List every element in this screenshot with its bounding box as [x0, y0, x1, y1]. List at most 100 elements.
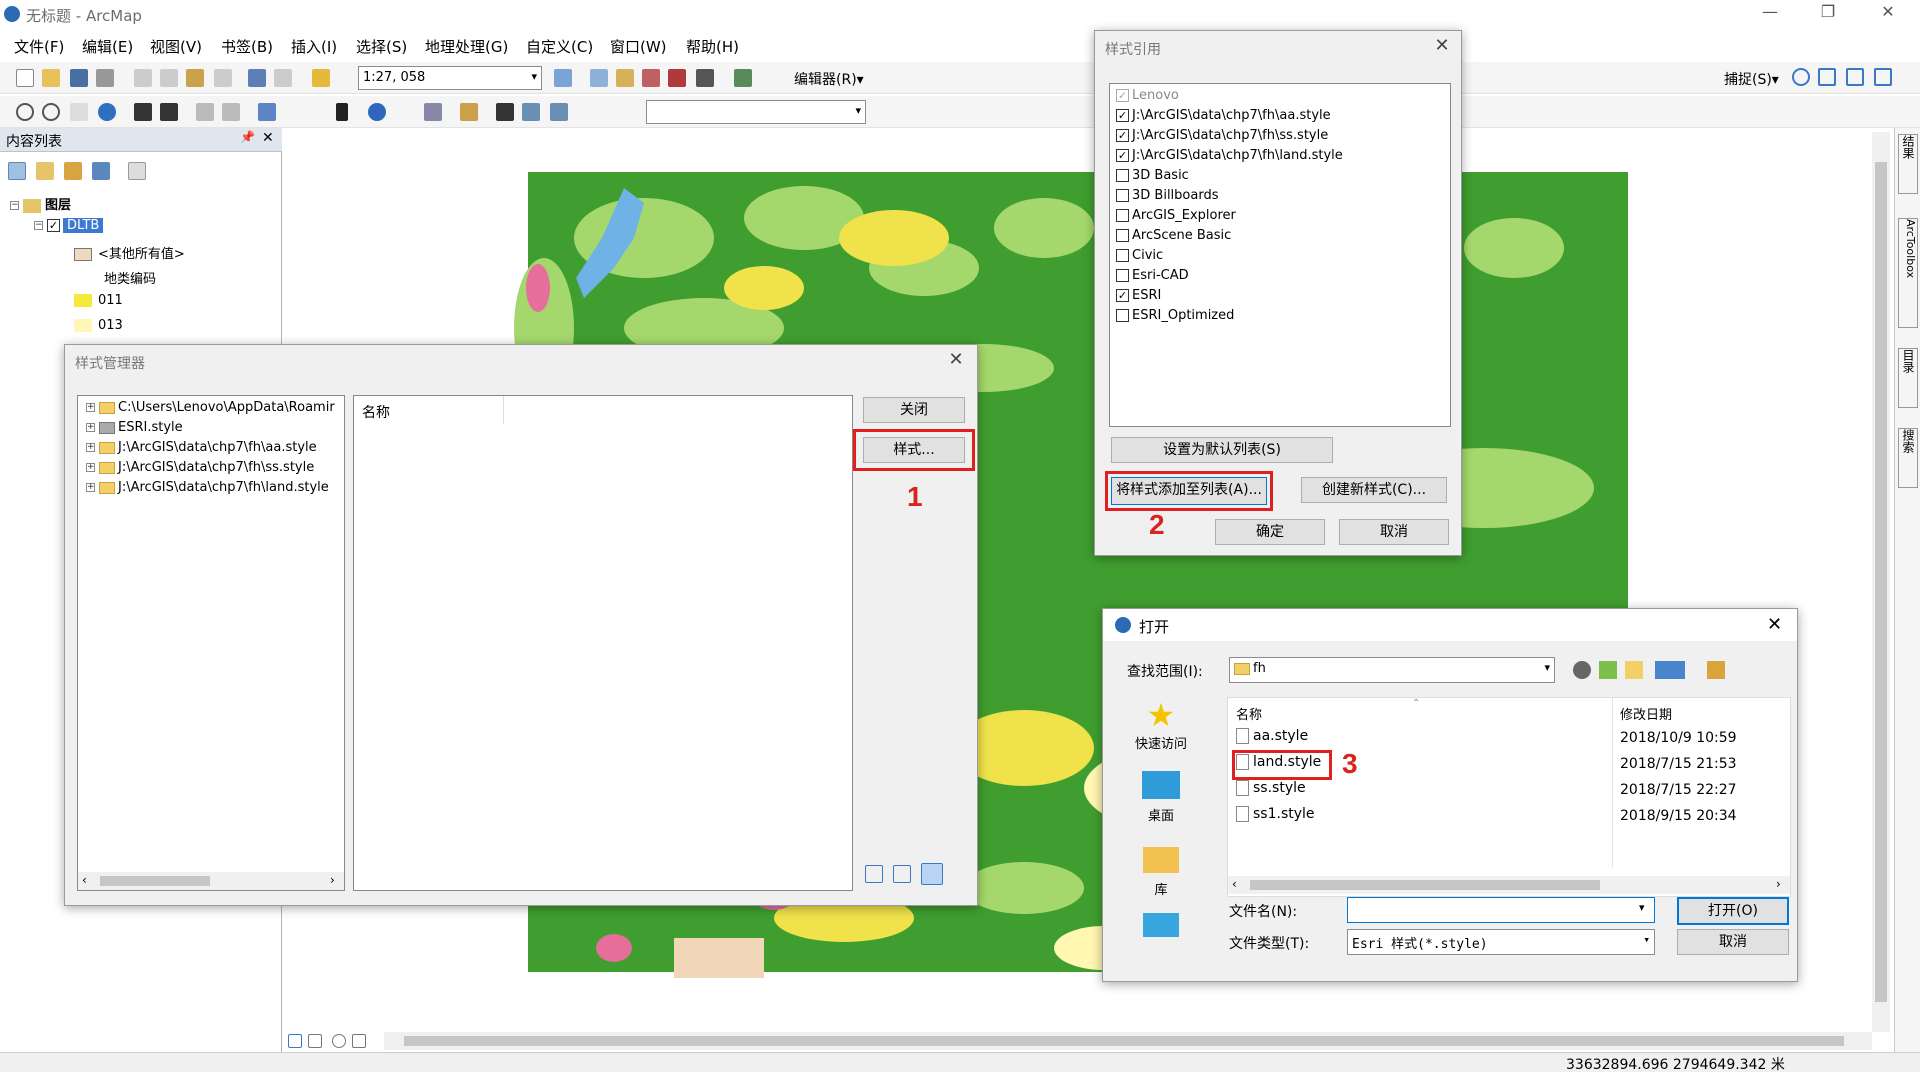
style-ref-checkbox[interactable]: ✓ — [1116, 109, 1129, 122]
menu-file[interactable]: 文件(F) — [14, 36, 64, 57]
go-to-xy-icon[interactable] — [550, 103, 568, 121]
file-list-scroll-thumb[interactable] — [1250, 880, 1600, 890]
style-tree-item[interactable]: + J:\ArcGIS\data\chp7\fh\ss.style — [86, 460, 314, 480]
style-ref-item[interactable]: ✓ ESRI — [1116, 288, 1161, 308]
zoom-in-icon[interactable] — [16, 103, 34, 121]
look-in-dropdown[interactable]: fh ▾ — [1229, 657, 1555, 683]
details-view-icon[interactable] — [921, 863, 943, 885]
open-button[interactable]: 打开(O) — [1677, 897, 1789, 925]
filetype-dropdown[interactable]: Esri 样式(*.style) ▾ — [1347, 929, 1655, 955]
delete-icon[interactable] — [214, 69, 232, 87]
data-view-icon[interactable] — [288, 1034, 302, 1048]
style-ref-item[interactable]: ArcGIS_Explorer — [1116, 208, 1236, 228]
copy-icon[interactable] — [160, 69, 178, 87]
layer-dropdown[interactable]: ▾ — [646, 100, 866, 124]
fixed-zoom-in-icon[interactable] — [134, 103, 152, 121]
select-features-icon[interactable] — [258, 103, 276, 121]
full-extent-icon[interactable] — [98, 103, 116, 121]
refresh-icon[interactable] — [332, 1034, 346, 1048]
style-ref-item[interactable]: ✓ J:\ArcGIS\data\chp7\fh\aa.style — [1116, 108, 1331, 128]
file-row[interactable]: ss.style 2018/7/15 22:27 — [1236, 780, 1776, 802]
list-by-drawing-order-icon[interactable] — [8, 162, 26, 180]
up-folder-icon[interactable] — [1599, 661, 1617, 679]
arctoolbox-icon[interactable] — [668, 69, 686, 87]
menu-geoprocessing[interactable]: 地理处理(G) — [425, 36, 508, 57]
fixed-zoom-out-icon[interactable] — [160, 103, 178, 121]
menu-windows[interactable]: 窗口(W) — [610, 36, 667, 57]
style-tree-scrollbar[interactable]: ‹ › — [78, 872, 344, 890]
arctoolbox-tab[interactable]: ArcToolbox — [1898, 218, 1918, 328]
python-window-icon[interactable] — [696, 69, 714, 87]
style-tree-item[interactable]: + J:\ArcGIS\data\chp7\fh\land.style — [86, 480, 329, 500]
set-default-list-button[interactable]: 设置为默认列表(S) — [1111, 437, 1333, 463]
menu-edit[interactable]: 编辑(E) — [82, 36, 133, 57]
menu-view[interactable]: 视图(V) — [150, 36, 202, 57]
redo-icon[interactable] — [274, 69, 292, 87]
style-ref-checkbox[interactable]: ✓ — [1116, 289, 1129, 302]
computer-icon[interactable] — [1143, 913, 1179, 937]
style-tree-item[interactable]: + C:\Users\Lenovo\AppData\Roamir — [86, 400, 335, 420]
list-by-source-icon[interactable] — [36, 162, 54, 180]
list-by-selection-icon[interactable] — [92, 162, 110, 180]
editor-menu[interactable]: 编辑器(R)▾ — [794, 69, 864, 89]
style-ref-checkbox[interactable] — [1116, 169, 1129, 182]
snap-end-icon[interactable] — [1818, 68, 1836, 86]
back-icon[interactable] — [1573, 661, 1591, 679]
toc-close-icon[interactable]: ✕ — [262, 130, 274, 146]
map-vertical-scrollbar[interactable] — [1872, 132, 1890, 1032]
open-dialog-cancel-button[interactable]: 取消 — [1677, 929, 1789, 955]
menu-selection[interactable]: 选择(S) — [356, 36, 407, 57]
dltb-layer-node[interactable]: − ✓ DLTB — [34, 218, 104, 238]
create-new-style-button[interactable]: 创建新样式(C)... — [1301, 477, 1447, 503]
style-ref-checkbox[interactable] — [1116, 209, 1129, 222]
style-ref-checkbox[interactable] — [1116, 229, 1129, 242]
style-references-cancel-button[interactable]: 取消 — [1339, 519, 1449, 545]
name-column-header[interactable]: 名称 — [1236, 704, 1262, 723]
new-icon[interactable] — [16, 69, 34, 87]
open-icon[interactable] — [42, 69, 60, 87]
style-ref-item[interactable]: Civic — [1116, 248, 1163, 268]
catalog-icon[interactable] — [616, 69, 634, 87]
select-elements-icon[interactable] — [336, 103, 348, 121]
forward-extent-icon[interactable] — [222, 103, 240, 121]
snap-edge-icon[interactable] — [1874, 68, 1892, 86]
filename-input[interactable] — [1347, 897, 1655, 923]
layers-node[interactable]: − 图层 — [10, 194, 71, 214]
save-icon[interactable] — [70, 69, 88, 87]
style-ref-item[interactable]: ✓ J:\ArcGIS\data\chp7\fh\land.style — [1116, 148, 1343, 168]
restore-button[interactable]: ❐ — [1808, 2, 1848, 28]
style-tree-item[interactable]: + ESRI.style — [86, 420, 183, 440]
layer-visibility-checkbox[interactable]: ✓ — [47, 219, 60, 232]
library-place[interactable]: 库 — [1113, 843, 1209, 905]
style-manager-close-button[interactable]: 关闭 — [863, 397, 965, 423]
style-references-close-x[interactable]: ✕ — [1427, 35, 1457, 59]
find-icon[interactable] — [496, 103, 514, 121]
table-of-contents-icon[interactable] — [590, 69, 608, 87]
menu-bookmarks[interactable]: 书签(B) — [221, 36, 273, 57]
filename-dropdown-arrow[interactable]: ▾ — [1639, 901, 1645, 914]
find-route-icon[interactable] — [522, 103, 540, 121]
model-builder-icon[interactable] — [734, 69, 752, 87]
html-popup-icon[interactable] — [424, 103, 442, 121]
print-icon[interactable] — [96, 69, 114, 87]
map-horizontal-scrollbar[interactable] — [384, 1032, 1872, 1050]
undo-icon[interactable] — [248, 69, 266, 87]
date-column-header[interactable]: 修改日期 — [1620, 704, 1672, 723]
styles-button[interactable]: 样式... — [863, 437, 965, 463]
paste-icon[interactable] — [186, 69, 204, 87]
back-extent-icon[interactable] — [196, 103, 214, 121]
style-ref-checkbox[interactable] — [1116, 269, 1129, 282]
file-list-scrollbar[interactable]: ‹ › — [1228, 876, 1790, 894]
style-contents-header[interactable]: 名称 — [354, 396, 504, 424]
layout-view-icon[interactable] — [308, 1034, 322, 1048]
style-ref-item[interactable]: ESRI_Optimized — [1116, 308, 1234, 328]
view-menu-icon[interactable] — [1655, 661, 1685, 679]
list-view-icon[interactable] — [893, 865, 911, 883]
large-icons-view-icon[interactable] — [865, 865, 883, 883]
style-tree-item[interactable]: + J:\ArcGIS\data\chp7\fh\aa.style — [86, 440, 317, 460]
style-ref-item[interactable]: 3D Basic — [1116, 168, 1189, 188]
style-references-ok-button[interactable]: 确定 — [1215, 519, 1325, 545]
search-window-icon[interactable] — [642, 69, 660, 87]
desktop-place[interactable]: 桌面 — [1113, 767, 1209, 829]
style-ref-item[interactable]: ✓ J:\ArcGIS\data\chp7\fh\ss.style — [1116, 128, 1328, 148]
